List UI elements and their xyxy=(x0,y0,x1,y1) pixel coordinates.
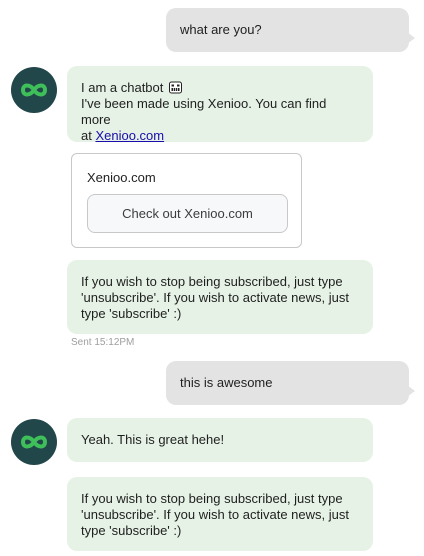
bubble-tail xyxy=(407,32,415,44)
message-text: Yeah. This is great hehe! xyxy=(81,432,225,447)
message-text: this is awesome xyxy=(180,375,273,390)
bot-avatar xyxy=(11,67,57,113)
bot-message: If you wish to stop being subscribed, ju… xyxy=(67,477,373,551)
message-timestamp: Sent 15:12PM xyxy=(71,337,135,348)
user-message: what are you? xyxy=(166,8,415,52)
chat-conversation: what are you? I am a chatbot I've been m… xyxy=(0,0,424,556)
message-text: I am a chatbot xyxy=(81,80,164,95)
message-text: If you wish to stop being subscribed, ju… xyxy=(81,274,343,289)
message-text: type 'subscribe' :) xyxy=(81,306,182,321)
bot-message: If you wish to stop being subscribed, ju… xyxy=(67,260,373,334)
message-text: If you wish to stop being subscribed, ju… xyxy=(81,491,343,506)
infinity-logo-icon xyxy=(20,83,48,97)
message-text: 'unsubscribe'. If you wish to activate n… xyxy=(81,290,349,305)
bubble-tail xyxy=(407,385,415,397)
message-text: 'unsubscribe'. If you wish to activate n… xyxy=(81,507,349,522)
bot-avatar xyxy=(11,419,57,465)
bot-message: I am a chatbot I've been made using Xeni… xyxy=(67,66,373,144)
bot-message: Yeah. This is great hehe! xyxy=(67,418,373,462)
message-text: I've been made using Xenioo. You can fin… xyxy=(81,96,327,127)
message-text: type 'subscribe' :) xyxy=(81,523,182,538)
xenioo-link[interactable]: Xenioo.com xyxy=(95,128,164,143)
check-out-xenioo-button[interactable]: Check out Xenioo.com xyxy=(87,194,288,233)
user-message: this is awesome xyxy=(166,361,415,405)
card-title: Xenioo.com xyxy=(87,170,156,185)
message-text: at xyxy=(81,128,96,143)
grinning-face-emoji-icon xyxy=(169,81,183,94)
message-text: what are you? xyxy=(180,22,262,37)
message-line: I am a chatbot xyxy=(81,80,359,96)
message-line: at Xenioo.com xyxy=(81,128,359,144)
link-card: Xenioo.com Check out Xenioo.com xyxy=(71,153,302,248)
infinity-logo-icon xyxy=(20,435,48,449)
